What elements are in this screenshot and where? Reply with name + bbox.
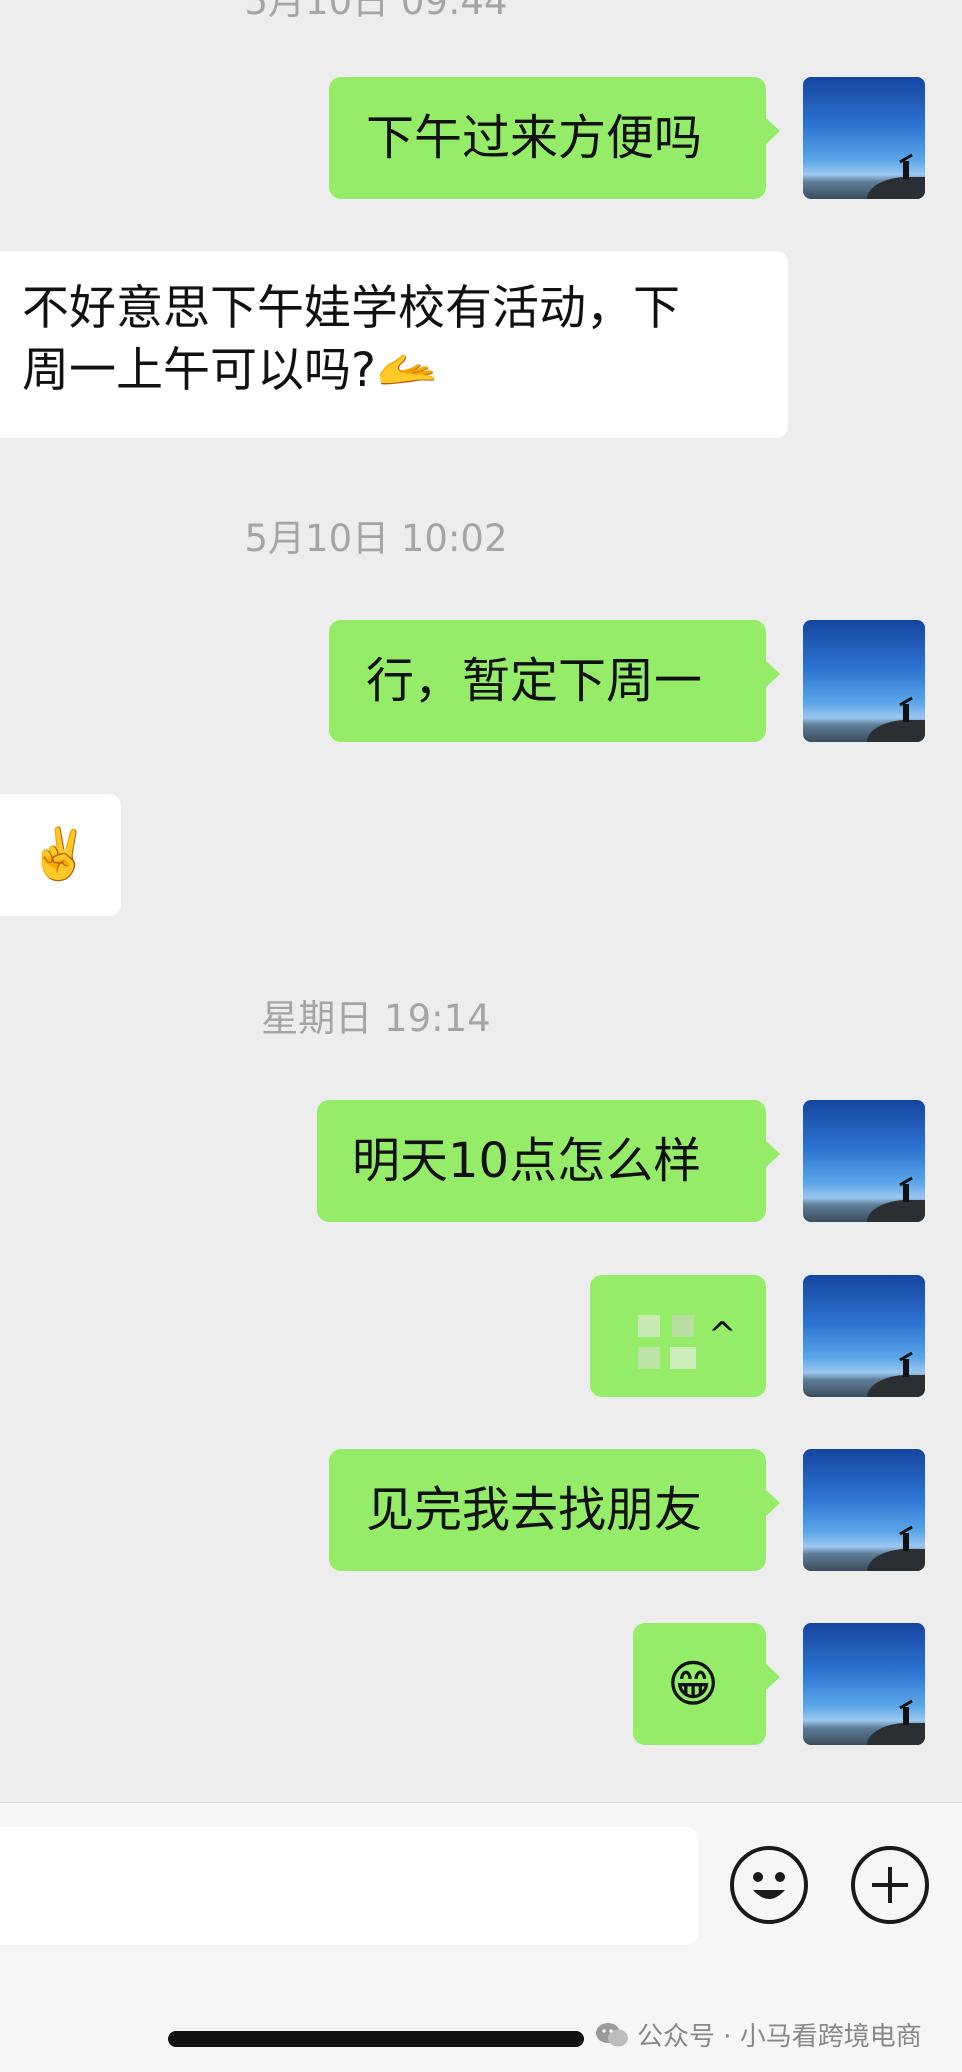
message-input[interactable] (0, 1827, 698, 1945)
emoji-button[interactable] (730, 1846, 808, 1924)
avatar[interactable] (803, 1623, 925, 1745)
timestamp-top: 5月10日 09:44 (244, 0, 508, 23)
grinning-face-emoji-icon: 😁 (667, 1655, 720, 1713)
ok-hand-emoji-icon: 🫴 (375, 340, 439, 398)
pixelated-block (670, 1347, 696, 1369)
message-bubble-outgoing[interactable]: 行，暂定下周一 (329, 620, 780, 742)
message-bubble-incoming[interactable]: 不好意思下午娃学校有活动，下 周一上午可以吗?🫴 (0, 251, 788, 438)
message-text: 明天10点怎么样 (352, 1133, 702, 1189)
timestamp-3: 星期日 19:14 (261, 997, 491, 1040)
smile-face-icon (753, 1872, 785, 1899)
message-bubble-outgoing[interactable]: 😁 (633, 1623, 780, 1745)
avatar[interactable] (803, 1449, 925, 1571)
message-bubble-outgoing[interactable]: 见完我去找朋友 (329, 1449, 780, 1571)
pixelated-block (672, 1315, 694, 1337)
plus-icon (872, 1867, 908, 1903)
pixelated-block (638, 1347, 660, 1369)
wechat-logo-icon (596, 2022, 628, 2046)
watermark-text: 公众号 · 小马看跨境电商 (637, 2022, 922, 2052)
message-bubble-outgoing-redacted[interactable]: ^ (590, 1275, 766, 1397)
message-bubble-outgoing[interactable]: 下午过来方便吗 (329, 77, 780, 199)
message-text-line: 不好意思下午娃学校有活动，下 (22, 281, 680, 336)
message-text: ^ (708, 1315, 737, 1355)
timestamp-2: 5月10日 10:02 (244, 517, 508, 560)
message-text: 行，暂定下周一 (366, 653, 703, 709)
avatar[interactable] (803, 1275, 925, 1397)
message-text: 见完我去找朋友 (366, 1482, 703, 1538)
message-bubble-incoming[interactable]: ✌️ (0, 794, 121, 916)
message-text-line: 周一上午可以吗?🫴 (22, 340, 439, 398)
plus-button[interactable] (851, 1846, 929, 1924)
home-indicator (168, 2031, 584, 2047)
watermark: 公众号 · 小马看跨境电商 (595, 2016, 922, 2053)
message-text: 下午过来方便吗 (366, 110, 703, 166)
avatar[interactable] (803, 1100, 925, 1222)
message-bubble-outgoing[interactable]: 明天10点怎么样 (317, 1100, 780, 1222)
victory-hand-emoji-icon: ✌️ (28, 825, 91, 883)
avatar[interactable] (803, 620, 925, 742)
avatar[interactable] (803, 77, 925, 199)
pixelated-block (638, 1315, 660, 1337)
